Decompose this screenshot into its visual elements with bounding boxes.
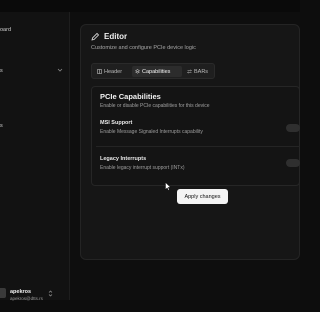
card-subtitle: Enable or disable PCIe capabilities for … xyxy=(100,103,210,109)
tab-capabilities-label: Capabilities xyxy=(142,68,171,75)
sidebar-item-settings[interactable]: s xyxy=(0,123,3,129)
chevron-updown-icon[interactable] xyxy=(48,290,53,297)
user-name: apekros xyxy=(10,289,32,295)
sidebar-item-dashboard[interactable]: oard xyxy=(0,27,11,33)
capabilities-card xyxy=(91,86,300,186)
option-desc-msi: Enable Message Signaled Interrupts capab… xyxy=(100,129,203,135)
option-title-legacy: Legacy Interrupts xyxy=(100,156,147,162)
tab-capabilities[interactable]: Capabilities xyxy=(132,66,182,77)
page-subtitle: Customize and configure PCIe device logi… xyxy=(91,45,196,51)
tab-bars[interactable]: BARs xyxy=(184,66,214,77)
card-title: PCIe Capabilities xyxy=(100,92,161,101)
tab-header-label: Header xyxy=(104,68,123,75)
user-profile[interactable]: apekros apekros@dtts.rs xyxy=(0,276,70,312)
title-bar xyxy=(0,0,300,12)
mouse-cursor-icon xyxy=(165,182,171,191)
arrows-icon xyxy=(187,69,192,74)
msi-toggle[interactable] xyxy=(286,124,300,132)
user-email: apekros@dtts.rs xyxy=(10,296,43,301)
pencil-icon xyxy=(91,32,100,41)
chevron-down-icon[interactable] xyxy=(57,67,63,73)
apply-changes-button[interactable]: Apply changes xyxy=(177,189,228,204)
tab-bars-label: BARs xyxy=(194,68,209,75)
divider xyxy=(96,146,300,147)
tab-bar: Header Capabilities BARs xyxy=(91,63,215,79)
option-title-msi: MSI Support xyxy=(100,120,133,126)
editor-header: Editor xyxy=(91,32,127,41)
layers-icon xyxy=(135,69,140,74)
sidebar-item-devices[interactable]: s xyxy=(0,68,3,74)
header-icon xyxy=(97,69,102,74)
avatar xyxy=(0,288,6,298)
sidebar: oard s s apekros apekros@dtts.rs xyxy=(0,12,70,301)
page-title: Editor xyxy=(104,32,128,41)
option-desc-legacy: Enable legacy interrupt support (INTx) xyxy=(100,165,185,171)
legacy-toggle[interactable] xyxy=(286,159,300,167)
tab-header[interactable]: Header xyxy=(94,66,130,77)
